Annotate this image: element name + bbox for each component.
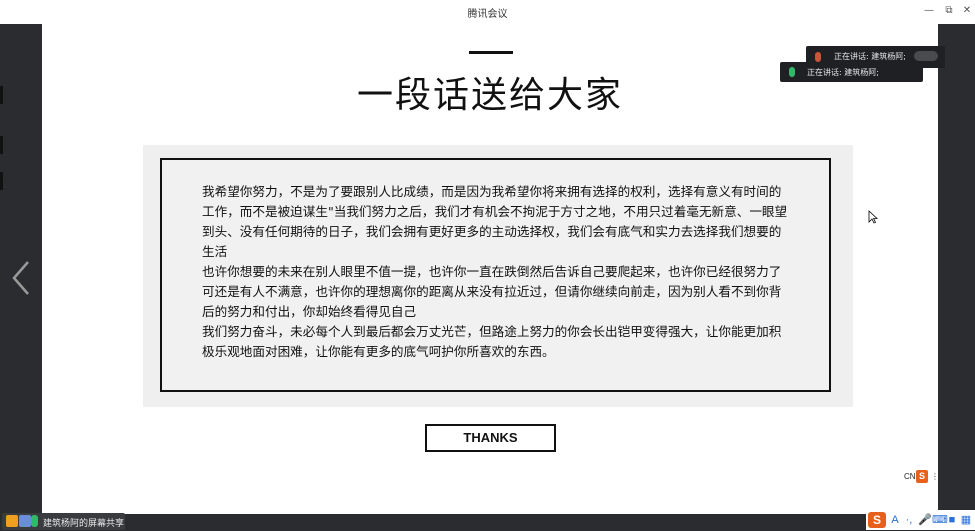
skin-icon[interactable]: ■: [946, 513, 958, 527]
chevron-left-icon[interactable]: [10, 258, 32, 298]
keyboard-icon[interactable]: ⌨: [932, 513, 948, 527]
paragraph-2: 也许你想要的未来在别人眼里不值一提，也许你一直在跌倒然后告诉自己要爬起来，也许你…: [202, 264, 782, 319]
user-icon: [6, 515, 18, 527]
window-title: 腾讯会议: [467, 9, 508, 20]
punctuation-icon[interactable]: ·,: [903, 513, 915, 527]
left-edge-markers: [0, 24, 3, 514]
sogou-icon: S: [916, 470, 928, 483]
paragraph-3: 我们努力奋斗，未必每个人到最后都会万丈光芒，但路途上努力的你会长出铠甲变得强大，…: [202, 324, 782, 359]
mic-icon: [31, 515, 38, 527]
restore-button[interactable]: ⧉: [942, 4, 956, 18]
screen-icon: [19, 515, 31, 527]
mouse-pointer-icon: [868, 210, 878, 224]
mic-icon[interactable]: 🎤: [918, 513, 932, 527]
ime-toolbar: S A ·, 🎤 ⌨ ■ ▦: [866, 510, 975, 530]
paragraph-1: 我希望你努力，不是为了要跟别人比成绩，而是因为我希望你将来拥有选择的权利，选择有…: [202, 184, 788, 259]
speaking-label: 正在讲话: 建筑杨阿;: [807, 68, 879, 77]
more-icon[interactable]: ⋮: [931, 472, 939, 481]
minimize-button[interactable]: —: [922, 4, 936, 18]
redacted-name: [914, 51, 938, 61]
language-indicator[interactable]: CN S ⋮: [900, 469, 939, 485]
chinese-mode-icon[interactable]: A: [889, 513, 901, 527]
mic-icon: [815, 52, 821, 62]
text-box: 我希望你努力，不是为了要跟别人比成绩，而是因为我希望你将来拥有选择的权利，选择有…: [160, 158, 831, 392]
title-rule: [469, 51, 513, 54]
shared-slide: 一段话送给大家 我希望你努力，不是为了要跟别人比成绩，而是因为我希望你将来拥有选…: [42, 24, 938, 514]
thanks-label: THANKS: [425, 424, 556, 452]
meeting-window: 腾讯会议 — ⧉ ✕ 一段话送给大家 我希望你努力，不是为了要跟别人比成绩，而是…: [0, 0, 975, 531]
speaking-label: 正在讲话: 建筑杨阿;: [834, 52, 906, 61]
language-code: CN: [904, 472, 916, 481]
screen-share-label: 建筑杨阿的屏幕共享: [43, 519, 125, 529]
screen-share-tag[interactable]: 建筑杨阿的屏幕共享: [2, 513, 125, 530]
close-button[interactable]: ✕: [960, 4, 974, 18]
speaking-indicator: 正在讲话: 建筑杨阿;: [780, 62, 923, 82]
sogou-logo[interactable]: S: [868, 512, 886, 528]
right-stage-margin: [938, 24, 975, 514]
grid-icon[interactable]: ▦: [960, 513, 972, 527]
mic-icon: [789, 67, 795, 77]
title-bar: 腾讯会议 — ⧉ ✕: [0, 0, 975, 24]
bottom-bar: [0, 514, 975, 531]
